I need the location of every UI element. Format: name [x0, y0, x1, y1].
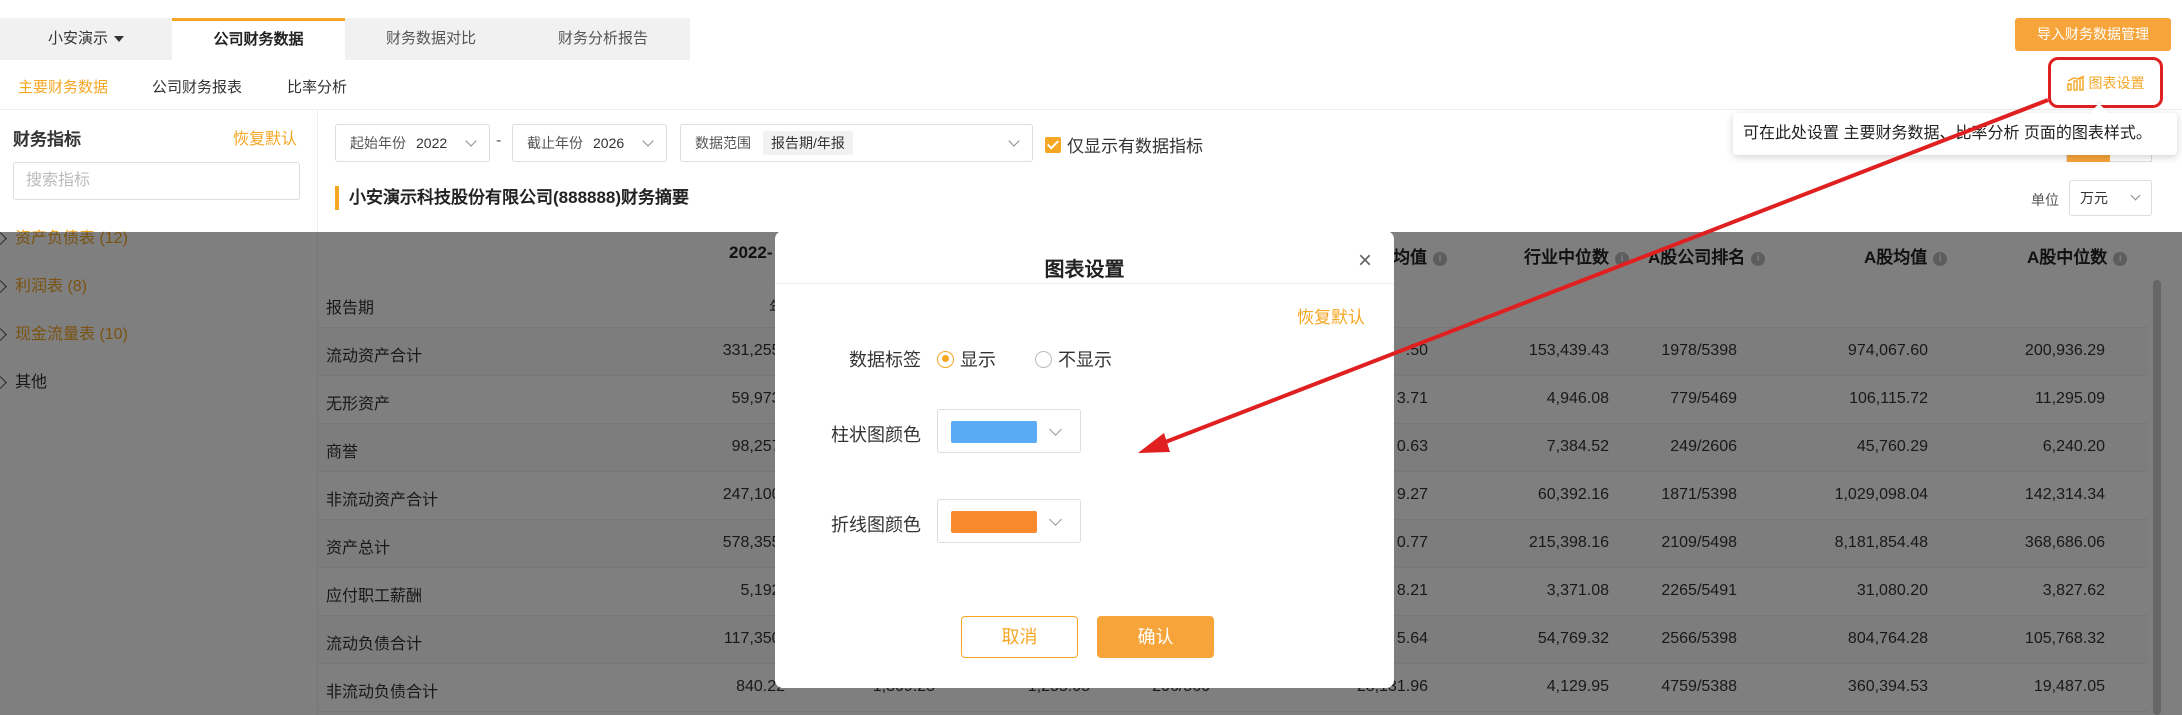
subtab-statements[interactable]: 公司财务报表: [152, 76, 242, 97]
data-range-select[interactable]: 数据范围 报告期/年报: [680, 124, 1033, 162]
close-icon[interactable]: ×: [1358, 249, 1372, 273]
main-tabs: 小安演示 公司财务数据 财务数据对比 财务分析报告: [0, 18, 690, 60]
start-year-select[interactable]: 起始年份 2022: [335, 124, 490, 162]
data-range-tag: 报告期/年报: [763, 131, 853, 155]
radio-show-label: 显示: [960, 350, 996, 370]
sub-tab-bar: 主要财务数据 公司财务报表 比率分析: [0, 60, 2182, 110]
start-year-value: 2022: [416, 135, 448, 151]
radio-unchecked-icon: [1035, 350, 1052, 368]
dialog-title: 图表设置: [1044, 259, 1125, 281]
cancel-button[interactable]: 取消: [961, 616, 1078, 658]
radio-show[interactable]: 显示: [937, 346, 996, 372]
only-data-label: 仅显示有数据指标: [1067, 137, 1203, 156]
dialog-divider: [775, 283, 1394, 284]
tab-financial-comparison[interactable]: 财务数据对比: [345, 18, 517, 60]
line-color-picker[interactable]: [937, 499, 1081, 543]
subtab-ratio-analysis[interactable]: 比率分析: [287, 76, 347, 97]
chevron-down-icon: [2130, 190, 2141, 201]
tab-financial-report[interactable]: 财务分析报告: [517, 18, 689, 60]
bar-color-label: 柱状图颜色: [831, 425, 921, 445]
end-year-label: 截止年份: [527, 135, 583, 151]
indicator-panel-title: 财务指标: [13, 130, 81, 149]
import-data-button[interactable]: 导入财务数据管理: [2015, 18, 2171, 51]
end-year-select[interactable]: 截止年份 2026: [512, 124, 667, 162]
chevron-down-icon: [1008, 135, 1020, 147]
data-label-label: 数据标签: [849, 350, 921, 370]
confirm-button[interactable]: 确认: [1097, 616, 1214, 658]
bar-color-picker[interactable]: [937, 409, 1081, 453]
company-select-label: 小安演示: [47, 30, 108, 47]
unit-label: 单位: [2031, 192, 2059, 208]
indicator-search-input[interactable]: [13, 162, 300, 200]
chevron-down-icon: [642, 135, 654, 147]
radio-checked-icon: [937, 350, 954, 368]
chevron-down-icon: [465, 135, 477, 147]
checkbox-checked-icon: [1045, 136, 1061, 153]
line-color-swatch: [951, 511, 1037, 533]
only-data-checkbox[interactable]: 仅显示有数据指标: [1045, 132, 1203, 157]
summary-title: 小安演示科技股份有限公司(888888)财务摘要: [335, 186, 689, 210]
radio-hide-label: 不显示: [1058, 350, 1112, 370]
bar-color-swatch: [951, 421, 1037, 443]
tab-company-financial-data[interactable]: 公司财务数据: [172, 18, 345, 60]
line-color-label: 折线图颜色: [831, 515, 921, 535]
chart-settings-label: 图表设置: [2088, 74, 2145, 91]
year-separator: -: [496, 132, 502, 149]
chart-icon: [2066, 74, 2084, 91]
end-year-value: 2026: [593, 135, 625, 151]
caret-down-icon: [114, 36, 124, 43]
dialog-reset-link[interactable]: 恢复默认: [1297, 303, 1365, 328]
unit-value: 万元: [2080, 190, 2108, 206]
chevron-down-icon: [1049, 423, 1062, 436]
start-year-label: 起始年份: [350, 135, 406, 151]
chart-settings-dialog: 图表设置 × 恢复默认 数据标签 显示 不显示 柱状图颜色 折线图颜色 取消 确…: [775, 231, 1394, 688]
chevron-down-icon: [1049, 513, 1062, 526]
top-bar: 小安演示 公司财务数据 财务数据对比 财务分析报告 导入财务数据管理: [0, 0, 2182, 60]
data-range-label: 数据范围: [695, 135, 751, 151]
chart-settings-button[interactable]: 图表设置: [2048, 57, 2163, 108]
company-select[interactable]: 小安演示: [0, 18, 172, 60]
chart-settings-tooltip: 可在此处设置 主要财务数据、比率分析 页面的图表样式。: [1733, 113, 2177, 155]
radio-hide[interactable]: 不显示: [1035, 346, 1112, 372]
unit-select[interactable]: 万元: [2069, 180, 2152, 216]
sidebar-reset-link[interactable]: 恢复默认: [233, 125, 297, 149]
subtab-main-data[interactable]: 主要财务数据: [18, 76, 108, 97]
